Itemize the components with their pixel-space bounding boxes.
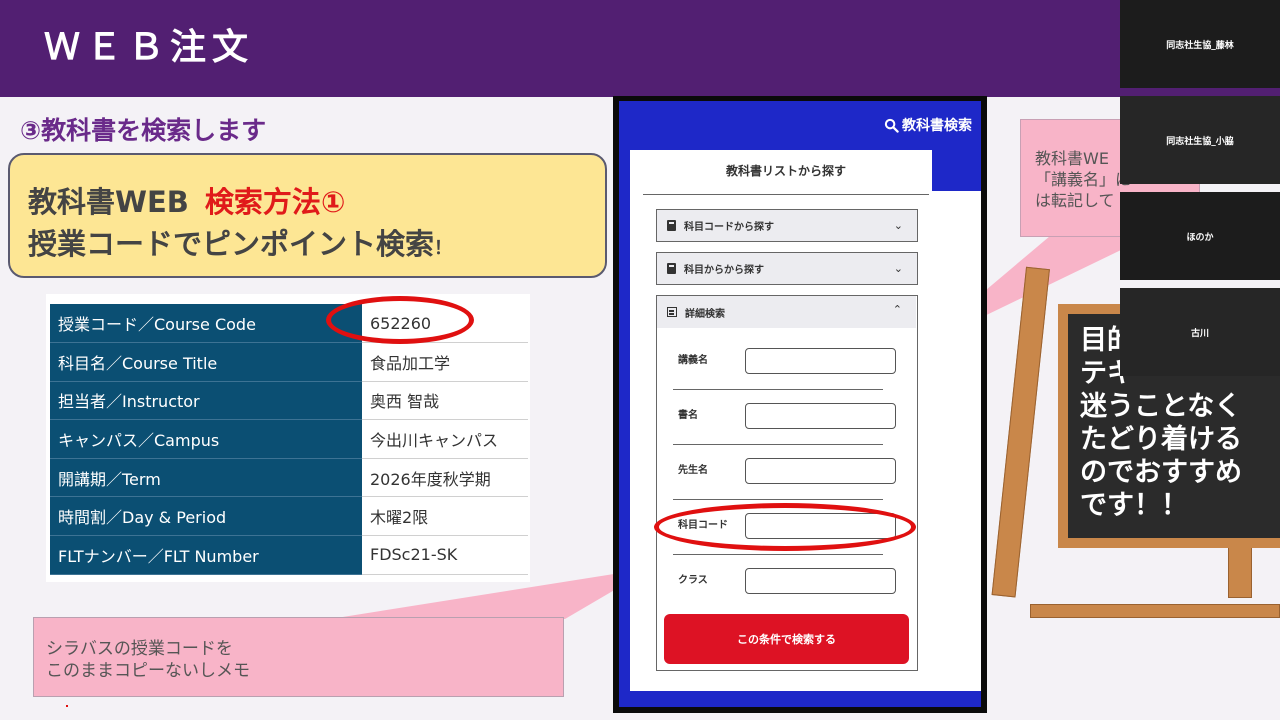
class-input[interactable]	[745, 568, 896, 594]
field-divider	[673, 389, 883, 390]
accordion-subject[interactable]: 科目からから探す ⌄	[656, 252, 918, 285]
accordion-subject-code-label: 科目コードから探す	[684, 222, 774, 233]
chevron-up-icon: ⌃	[892, 303, 902, 316]
participant-video-2[interactable]: 同志社生協_小脇	[1120, 96, 1280, 184]
lecture-name-input[interactable]	[745, 348, 896, 374]
tab-textbook-list-label: 教科書リストから探す	[726, 164, 847, 178]
detail-search-label: 詳細検索	[685, 308, 725, 320]
book-icon	[667, 220, 676, 231]
field-label-lecture: 講義名	[678, 355, 708, 366]
callout-right-text: 教科書WE 「講義名」に は転記して	[1035, 148, 1131, 211]
participant-name-4: 古川	[1190, 328, 1209, 339]
callout-left-text: シラバスの授業コードを このままコピーないしメモ	[46, 638, 250, 682]
textbook-search-header[interactable]: 教科書検索	[884, 115, 972, 135]
book-title-input[interactable]	[745, 403, 896, 429]
textbook-search-label: 教科書検索	[902, 118, 972, 134]
participant-name-2: 同志社生協_小脇	[1166, 136, 1234, 147]
callout-right-line2: 「講義名」に	[1035, 170, 1132, 189]
detail-search-box: 詳細検索 ⌃ 講義名 書名 先生名 科目コード クラス この条件で検索する	[656, 295, 918, 671]
list-icon	[667, 307, 677, 317]
chevron-down-icon: ⌄	[893, 262, 903, 275]
board-line3: 迷うことなく	[1080, 391, 1242, 422]
search-submit-button[interactable]: この条件で検索する	[664, 614, 909, 664]
callout-right-line1: 教科書WE	[1035, 149, 1109, 168]
callout-left: シラバスの授業コードを このままコピーないしメモ	[33, 617, 564, 697]
participant-name-3: ほのか	[1186, 232, 1214, 243]
accordion-subject-label: 科目からから探す	[684, 265, 764, 276]
search-icon	[884, 118, 899, 133]
callout-left-tail	[330, 568, 652, 619]
easel-crossbar	[1030, 604, 1280, 618]
phone-screen: 教科書検索 教科書リストから探す 科目コードから探す ⌄ 科目からから探す ⌄ …	[619, 101, 981, 707]
callout-left-line2: このままコピーないしメモ	[46, 661, 250, 681]
field-divider	[673, 499, 883, 500]
board-line4: たどり着ける	[1080, 424, 1242, 455]
laser-pointer-dot	[66, 705, 68, 707]
teacher-name-input[interactable]	[745, 458, 896, 484]
tab-divider	[643, 194, 929, 195]
chevron-down-icon: ⌄	[893, 219, 903, 232]
callout-left-line1: シラバスの授業コードを	[46, 639, 233, 659]
field-divider	[673, 554, 883, 555]
book-icon	[667, 263, 676, 274]
phone-screenshot: 教科書検索 教科書リストから探す 科目コードから探す ⌄ 科目からから探す ⌄ …	[613, 96, 987, 713]
field-label-teacher: 先生名	[678, 465, 708, 476]
highlight-ring-subject-code	[654, 503, 916, 551]
accordion-subject-code[interactable]: 科目コードから探す ⌄	[656, 209, 918, 242]
field-label-book: 書名	[678, 410, 698, 421]
field-divider	[673, 444, 883, 445]
participant-name-1: 同志社生協_藤林	[1166, 40, 1234, 51]
field-label-class: クラス	[678, 575, 708, 586]
participant-video-3[interactable]: ほのか	[1120, 192, 1280, 280]
board-line5: のでおすすめ	[1080, 457, 1242, 488]
accordion-detail-search[interactable]: 詳細検索 ⌃	[657, 296, 916, 328]
participant-video-1[interactable]: 同志社生協_藤林	[1120, 0, 1280, 88]
participant-video-4[interactable]: 古川	[1120, 288, 1280, 376]
callout-right-line3: は転記して	[1035, 191, 1115, 210]
tab-textbook-list[interactable]: 教科書リストから探す	[630, 150, 932, 195]
board-line6: です！！	[1080, 490, 1188, 521]
